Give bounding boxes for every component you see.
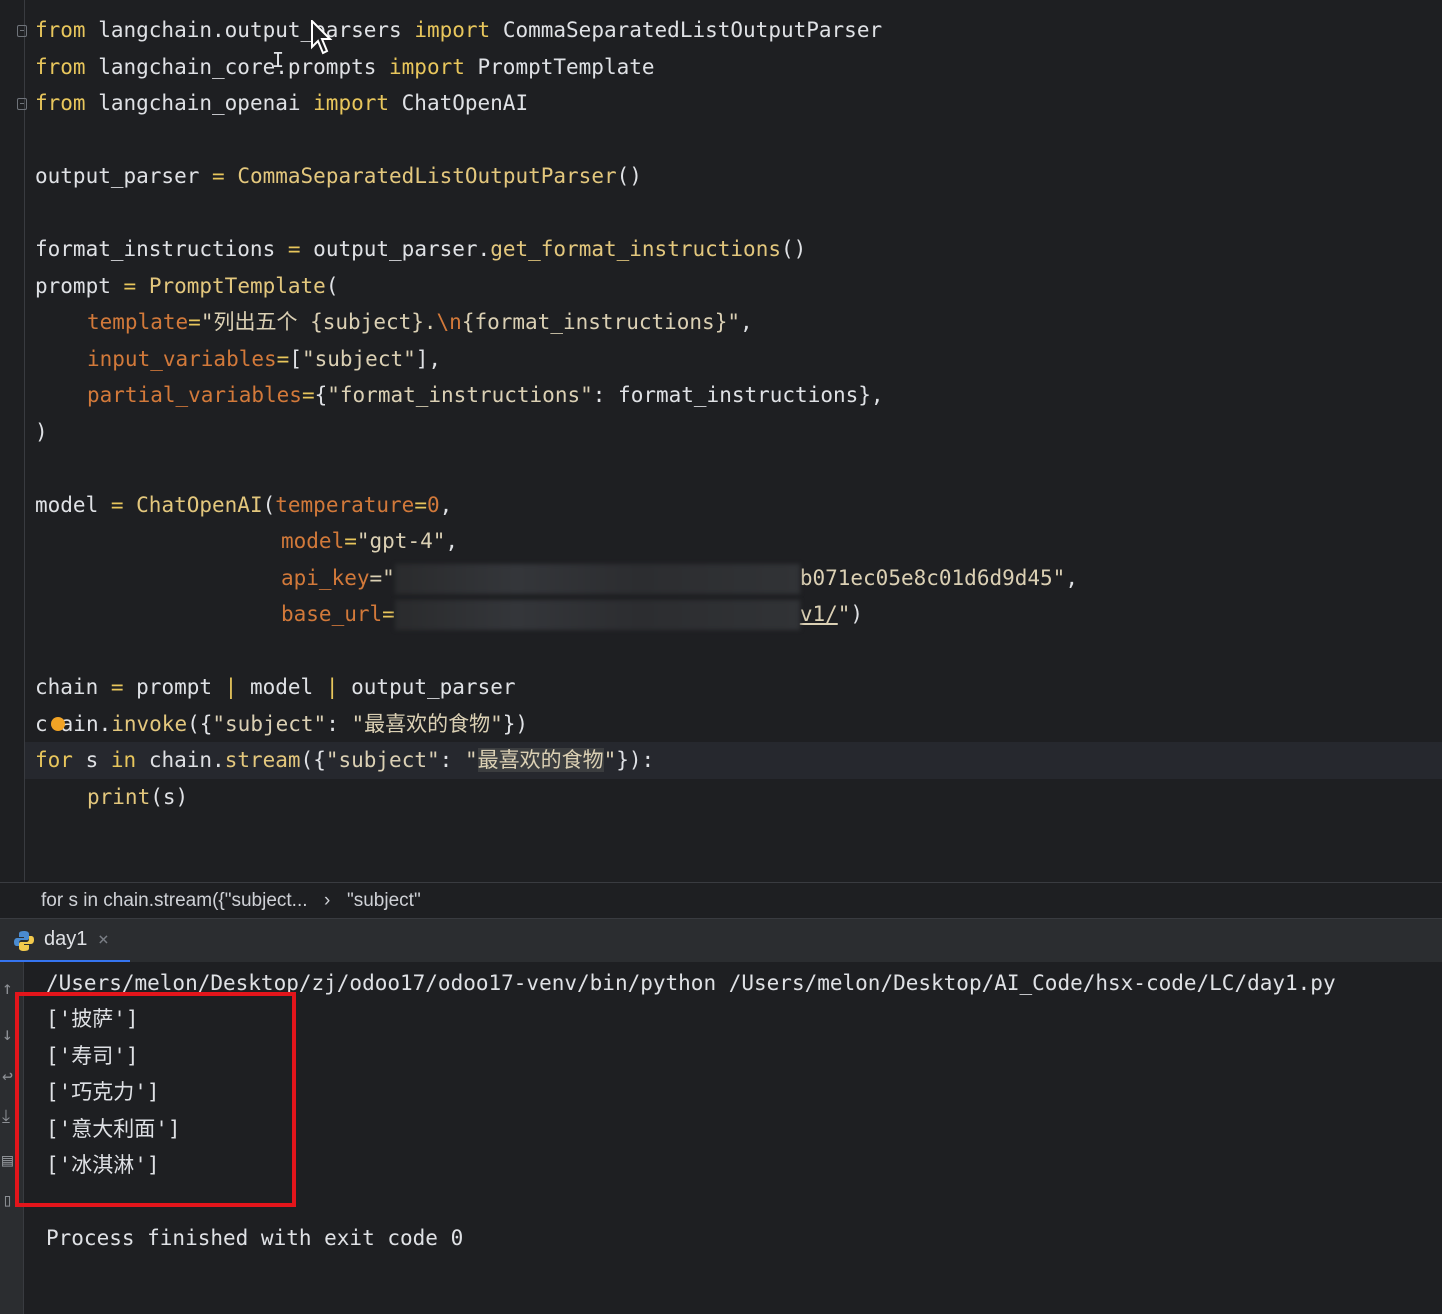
code-line-3[interactable]: from langchain_openai import ChatOpenAI bbox=[35, 85, 528, 121]
code-line-15[interactable]: model="gpt-4", bbox=[281, 523, 458, 559]
base-url-link[interactable]: v1/ bbox=[800, 602, 838, 626]
redacted-api-key bbox=[394, 564, 800, 594]
code-line-1[interactable]: from langchain.output_parsers import Com… bbox=[35, 12, 882, 48]
breadcrumb-item[interactable]: "subject" bbox=[347, 890, 421, 912]
code-line-10[interactable]: input_variables=["subject"], bbox=[87, 341, 441, 377]
code-line-22[interactable]: print(s) bbox=[87, 779, 188, 815]
close-icon[interactable]: × bbox=[98, 929, 109, 950]
fold-marker-icon[interactable] bbox=[17, 98, 27, 110]
code-line-2[interactable]: from langchain_core.prompts import Promp… bbox=[35, 49, 655, 85]
code-line-20[interactable]: c ain.invoke({"subject": "最喜欢的食物"}) bbox=[35, 706, 528, 742]
intention-bulb-icon[interactable] bbox=[51, 717, 65, 731]
down-arrow-icon[interactable]: ↓ bbox=[2, 1024, 13, 1045]
highlight-annotation-box bbox=[15, 992, 296, 1207]
scroll-to-end-icon[interactable]: ⤓ bbox=[2, 1106, 10, 1127]
code-line-12[interactable]: ) bbox=[35, 414, 48, 450]
code-line-17[interactable]: base_url= v1/") bbox=[281, 596, 863, 632]
text-cursor-icon: I bbox=[272, 48, 285, 72]
code-line-16[interactable]: api_key=" b071ec05e8c01d6d9d45", bbox=[281, 560, 1078, 596]
redacted-base-url bbox=[394, 600, 800, 630]
run-tab-label: day1 bbox=[44, 928, 88, 950]
run-tool-window-header: day1 × bbox=[0, 918, 1442, 963]
tab-run-day1[interactable]: day1 × bbox=[0, 919, 130, 963]
trash-icon[interactable]: ▯ bbox=[2, 1190, 13, 1211]
console-exit-message: Process finished with exit code 0 bbox=[46, 1226, 464, 1250]
mouse-pointer-icon bbox=[311, 20, 333, 55]
fold-marker-icon[interactable] bbox=[17, 25, 27, 37]
print-icon[interactable]: ▤ bbox=[2, 1150, 13, 1171]
code-editor[interactable]: from langchain.output_parsers import Com… bbox=[0, 0, 1442, 882]
soft-wrap-icon[interactable]: ↩ bbox=[2, 1066, 13, 1087]
code-line-8[interactable]: prompt = PromptTemplate( bbox=[35, 268, 338, 304]
breadcrumb-item[interactable]: for s in chain.stream({"subject... bbox=[41, 890, 308, 912]
code-line-7[interactable]: format_instructions = output_parser.get_… bbox=[35, 231, 806, 267]
breadcrumb: for s in chain.stream({"subject... › "su… bbox=[0, 882, 1442, 918]
breadcrumb-chevron-icon: › bbox=[324, 890, 331, 911]
code-line-5[interactable]: output_parser = CommaSeparatedListOutput… bbox=[35, 158, 642, 194]
code-line-19[interactable]: chain = prompt | model | output_parser bbox=[35, 669, 516, 705]
python-icon bbox=[14, 931, 34, 951]
code-line-9[interactable]: template="列出五个 {subject}.\n{format_instr… bbox=[87, 304, 753, 340]
code-line-14[interactable]: model = ChatOpenAI(temperature=0, bbox=[35, 487, 452, 523]
up-arrow-icon[interactable]: ↑ bbox=[2, 978, 13, 999]
code-line-11[interactable]: partial_variables={"format_instructions"… bbox=[87, 377, 884, 413]
code-line-21[interactable]: for s in chain.stream({"subject": "最喜欢的食… bbox=[35, 742, 654, 778]
